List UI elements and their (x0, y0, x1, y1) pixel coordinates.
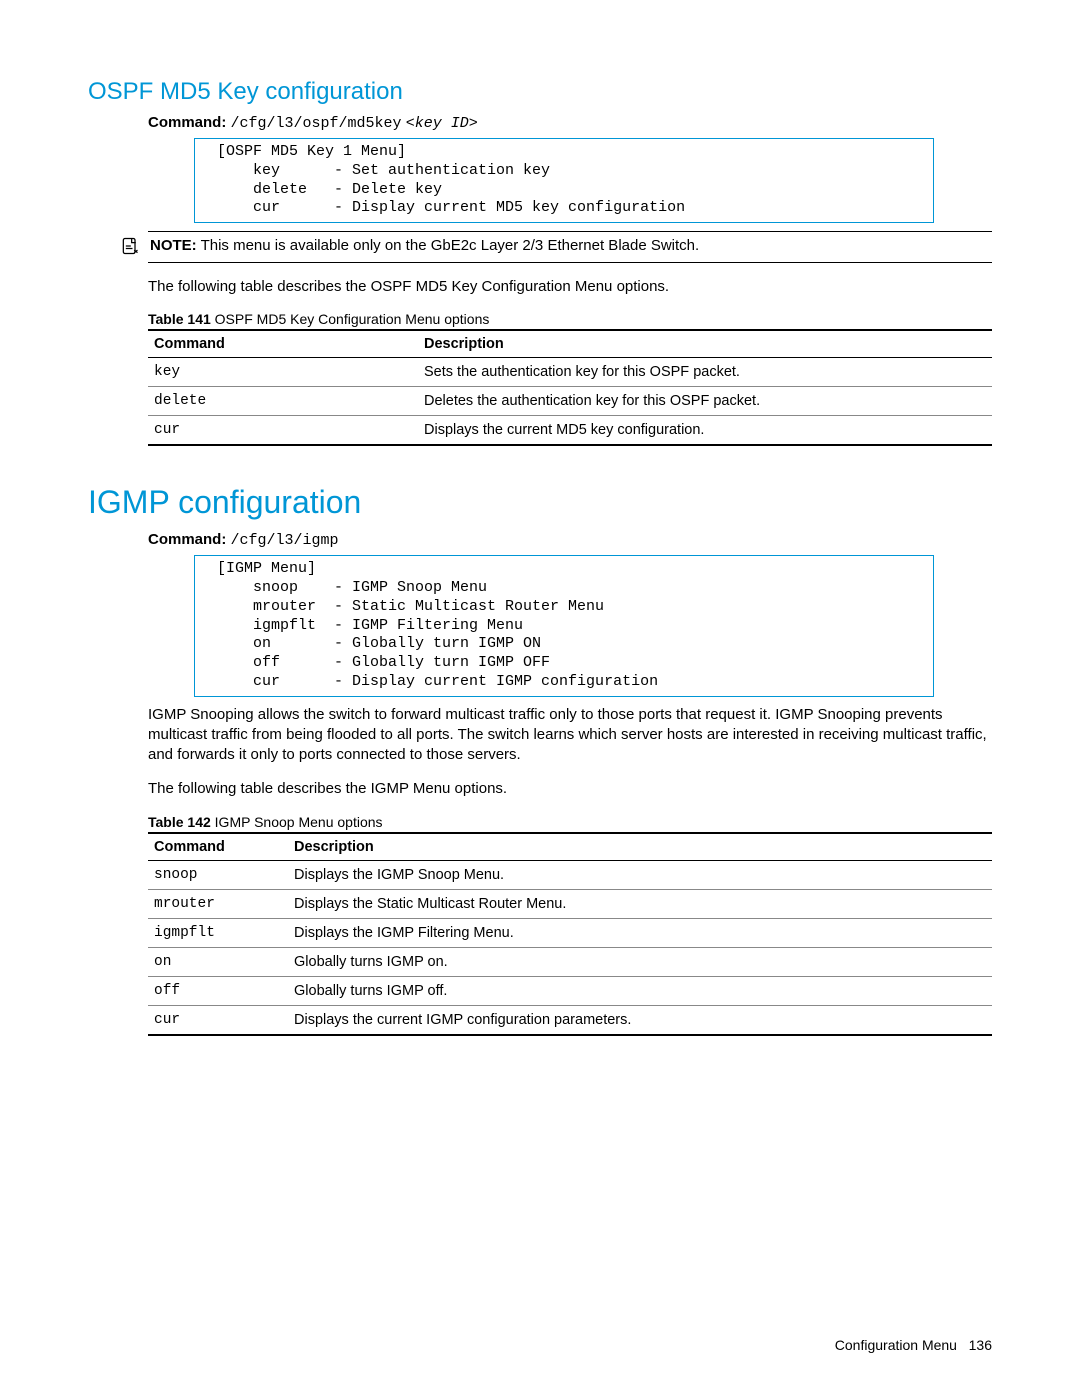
note-row: NOTE: This menu is available only on the… (120, 236, 992, 256)
table-row: deleteDeletes the authentication key for… (148, 387, 992, 416)
command-label: Command: (148, 531, 226, 548)
note-rule-bottom (148, 262, 992, 263)
cell-cmd: cur (148, 416, 418, 446)
cell-cmd: on (148, 947, 288, 976)
table-ospf-md5: Command Description keySets the authenti… (148, 329, 992, 446)
footer-page: 136 (969, 1337, 992, 1353)
cell-desc: Displays the current IGMP configuration … (288, 1005, 992, 1035)
para-ospf-intro: The following table describes the OSPF M… (148, 277, 992, 297)
table-caption-142: Table 142 IGMP Snoop Menu options (148, 814, 992, 830)
table-row: curDisplays the current IGMP configurati… (148, 1005, 992, 1035)
table-tag: Table 142 (148, 814, 211, 830)
cell-desc: Displays the current MD5 key configurati… (418, 416, 992, 446)
cell-desc: Displays the IGMP Snoop Menu. (288, 860, 992, 889)
table-igmp: Command Description snoopDisplays the IG… (148, 832, 992, 1036)
cell-cmd: mrouter (148, 889, 288, 918)
cell-cmd: snoop (148, 860, 288, 889)
code-block-ospf: [OSPF MD5 Key 1 Menu] key - Set authenti… (194, 138, 934, 223)
note-text: This menu is available only on the GbE2c… (201, 237, 700, 254)
cell-desc: Sets the authentication key for this OSP… (418, 358, 992, 387)
note-label: NOTE: (150, 237, 197, 254)
table-row: snoopDisplays the IGMP Snoop Menu. (148, 860, 992, 889)
table-row: igmpfltDisplays the IGMP Filtering Menu. (148, 918, 992, 947)
note-rule-top (148, 231, 992, 232)
cell-desc: Deletes the authentication key for this … (418, 387, 992, 416)
th-command: Command (148, 330, 418, 358)
th-command: Command (148, 833, 288, 861)
cell-desc: Displays the IGMP Filtering Menu. (288, 918, 992, 947)
page-footer: Configuration Menu 136 (835, 1337, 992, 1353)
table-tag: Table 141 (148, 311, 211, 327)
table-row: onGlobally turns IGMP on. (148, 947, 992, 976)
table-row: curDisplays the current MD5 key configur… (148, 416, 992, 446)
table-row: offGlobally turns IGMP off. (148, 976, 992, 1005)
cell-cmd: off (148, 976, 288, 1005)
cell-cmd: key (148, 358, 418, 387)
table-row: keySets the authentication key for this … (148, 358, 992, 387)
note-icon (120, 236, 140, 256)
cell-cmd: delete (148, 387, 418, 416)
command-value: /cfg/l3/ospf/md5key (231, 115, 402, 132)
command-args: <key ID> (406, 115, 478, 132)
heading-ospf-md5: OSPF MD5 Key configuration (88, 78, 992, 106)
table-title: OSPF MD5 Key Configuration Menu options (211, 311, 490, 327)
code-block-igmp: [IGMP Menu] snoop - IGMP Snoop Menu mrou… (194, 555, 934, 696)
table-title: IGMP Snoop Menu options (211, 814, 383, 830)
cell-desc: Globally turns IGMP off. (288, 976, 992, 1005)
th-description: Description (418, 330, 992, 358)
footer-label: Configuration Menu (835, 1337, 957, 1353)
para-igmp-desc: IGMP Snooping allows the switch to forwa… (148, 705, 992, 766)
cell-desc: Displays the Static Multicast Router Men… (288, 889, 992, 918)
table-row: mrouterDisplays the Static Multicast Rou… (148, 889, 992, 918)
table-caption-141: Table 141 OSPF MD5 Key Configuration Men… (148, 311, 992, 327)
command-line-igmp: Command: /cfg/l3/igmp (148, 531, 992, 549)
cell-desc: Globally turns IGMP on. (288, 947, 992, 976)
cell-cmd: cur (148, 1005, 288, 1035)
command-value: /cfg/l3/igmp (231, 532, 339, 549)
cell-cmd: igmpflt (148, 918, 288, 947)
command-label: Command: (148, 114, 226, 131)
heading-igmp: IGMP configuration (88, 484, 992, 521)
command-line-ospf: Command: /cfg/l3/ospf/md5key <key ID> (148, 114, 992, 132)
th-description: Description (288, 833, 992, 861)
para-igmp-intro: The following table describes the IGMP M… (148, 779, 992, 799)
